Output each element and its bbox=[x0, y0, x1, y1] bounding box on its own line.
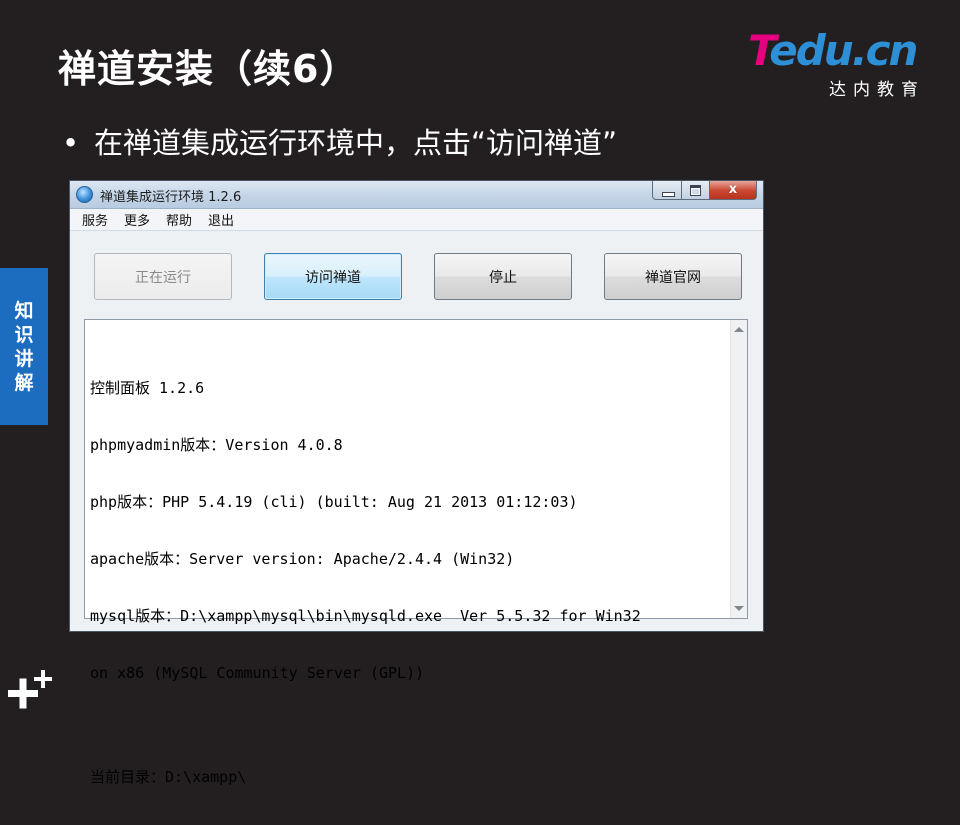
log-panel[interactable]: 控制面板 1.2.6 phpmyadmin版本：Version 4.0.8 ph… bbox=[84, 319, 748, 786]
logo-wordmark: Tedu.cn bbox=[748, 26, 918, 75]
bullet-point: • 在禅道集成运行环境中，点击“访问禅道” bbox=[62, 120, 617, 162]
log-line: php版本：PHP 5.4.19 (cli) (built: Aug 21 20… bbox=[90, 493, 578, 511]
globe-icon bbox=[76, 186, 93, 203]
menu-more[interactable]: 更多 bbox=[124, 210, 150, 229]
visit-zentao-button[interactable]: 访问禅道 bbox=[264, 253, 402, 300]
slide-title: 禅道安装（续6） bbox=[58, 47, 359, 91]
tedu-logo: Tedu.cn 达内教育 bbox=[748, 26, 933, 101]
window-title: 禅道集成运行环境 1.2.6 bbox=[100, 190, 242, 205]
menu-help[interactable]: 帮助 bbox=[166, 210, 192, 229]
scroll-down-icon[interactable] bbox=[734, 606, 744, 611]
log-line: apache版本：Server version: Apache/2.4.4 (W… bbox=[90, 550, 515, 568]
log-line: on x86 (MySQL Community Server (GPL)) bbox=[90, 664, 425, 682]
menu-service[interactable]: 服务 bbox=[82, 210, 108, 229]
log-text: 控制面板 1.2.6 phpmyadmin版本：Version 4.0.8 ph… bbox=[90, 341, 726, 825]
logo-t: T bbox=[748, 26, 771, 75]
official-site-button[interactable]: 禅道官网 bbox=[604, 253, 742, 300]
minimize-button[interactable] bbox=[652, 181, 682, 200]
maximize-button[interactable] bbox=[682, 181, 710, 200]
log-line: phpmyadmin版本：Version 4.0.8 bbox=[90, 436, 343, 454]
logo-rest: edu.cn bbox=[769, 26, 918, 75]
running-button: 正在运行 bbox=[94, 253, 232, 300]
side-tab-char: 知 bbox=[14, 299, 34, 322]
log-scrollbar[interactable] bbox=[730, 320, 747, 618]
close-button[interactable]: x bbox=[710, 181, 757, 200]
log-line: mysql版本：D:\xampp\mysql\bin\mysqld.exe Ve… bbox=[90, 607, 641, 625]
log-blank-line bbox=[90, 721, 726, 730]
app-window: 禅道集成运行环境 1.2.6 x 服务 更多 帮助 退出 正在运行 访问禅道 停… bbox=[69, 180, 764, 786]
menu-bar: 服务 更多 帮助 退出 bbox=[70, 209, 763, 231]
menu-exit[interactable]: 退出 bbox=[208, 210, 234, 229]
side-tab-char: 讲 bbox=[14, 347, 34, 370]
plus-plus-icon bbox=[8, 670, 52, 709]
side-tab: 知 识 讲 解 bbox=[0, 268, 48, 425]
log-line: 当前目录：D:\xampp\ bbox=[90, 768, 247, 786]
logo-subtitle: 达内教育 bbox=[829, 80, 925, 100]
log-line: 控制面板 1.2.6 bbox=[90, 379, 205, 397]
window-titlebar[interactable]: 禅道集成运行环境 1.2.6 x bbox=[70, 181, 763, 209]
side-tab-char: 解 bbox=[14, 371, 34, 394]
close-icon: x bbox=[728, 182, 738, 197]
bullet-text: 在禅道集成运行环境中，点击“访问禅道” bbox=[94, 126, 618, 160]
scroll-up-icon[interactable] bbox=[734, 327, 744, 332]
button-toolbar: 正在运行 访问禅道 停止 禅道官网 bbox=[70, 232, 763, 312]
window-controls: x bbox=[652, 181, 757, 201]
bullet-marker: • bbox=[62, 126, 80, 160]
side-tab-char: 识 bbox=[14, 323, 34, 346]
stop-button[interactable]: 停止 bbox=[434, 253, 572, 300]
